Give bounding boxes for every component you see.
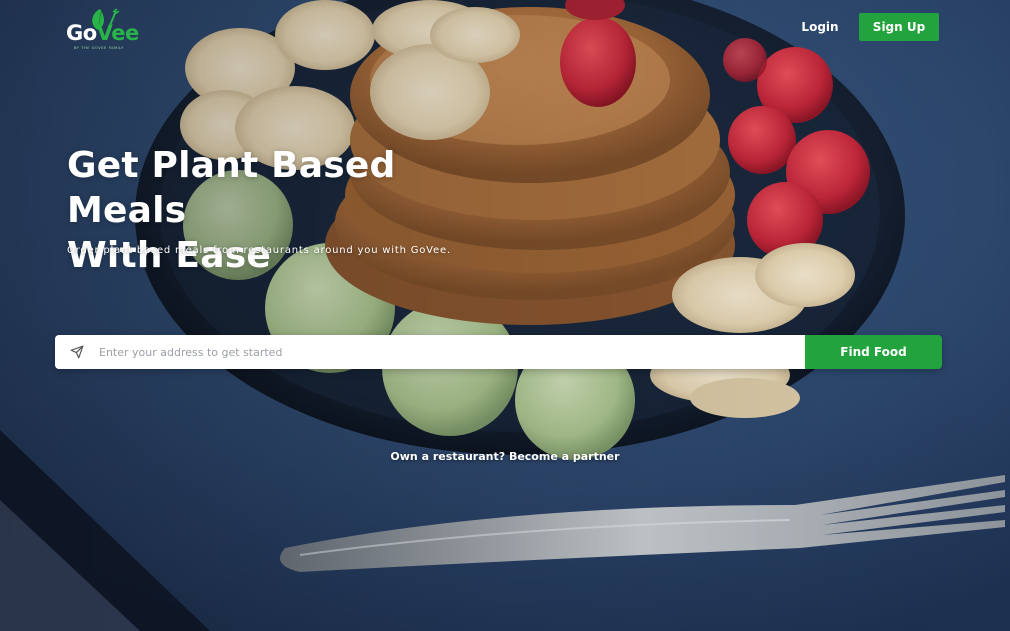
- headline-line-1: Get Plant Based Meals: [67, 145, 396, 231]
- logo-go: Go: [66, 21, 97, 45]
- image-overlay: [0, 0, 1010, 631]
- login-button[interactable]: Login: [792, 14, 848, 40]
- logo-wordmark: Go Vee: [66, 21, 139, 45]
- address-search-bar: Find Food: [55, 335, 942, 369]
- send-icon: [69, 344, 85, 360]
- signup-button[interactable]: Sign Up: [859, 13, 939, 41]
- govee-logo[interactable]: Go Vee BY THE GOVEE FAMILY: [66, 8, 139, 50]
- hero-section: Go Vee BY THE GOVEE FAMILY Login Sign Up …: [0, 0, 1010, 631]
- hero-headline: Get Plant Based Meals With Ease: [67, 143, 527, 278]
- logo-vee: Vee: [96, 21, 140, 45]
- become-partner-link[interactable]: Own a restaurant? Become a partner: [0, 450, 1010, 463]
- logo-tagline: BY THE GOVEE FAMILY: [74, 46, 125, 50]
- find-food-button[interactable]: Find Food: [805, 335, 942, 369]
- address-field-wrapper[interactable]: [55, 335, 805, 369]
- hero-subtitle: Order plant based meals from restaurants…: [67, 245, 451, 256]
- address-input[interactable]: [97, 336, 805, 368]
